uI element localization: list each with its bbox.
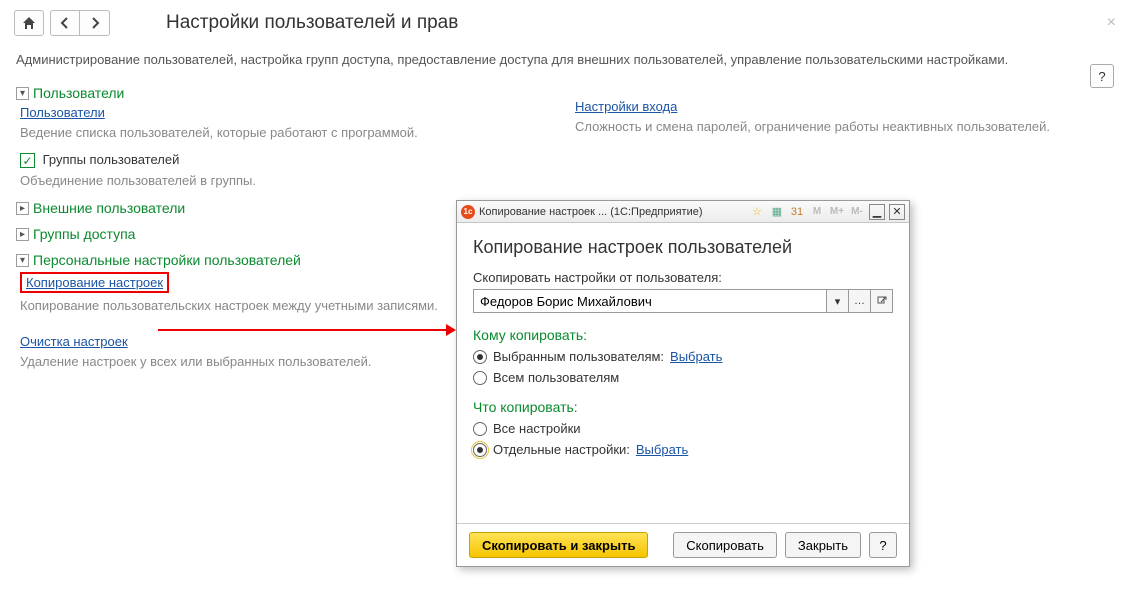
desc-users: Ведение списка пользователей, которые ра… [20,124,555,142]
link-users[interactable]: Пользователи [20,105,105,120]
link-clear-settings[interactable]: Очистка настроек [20,334,128,349]
heading-what: Что копировать: [473,399,893,415]
chevron-down-icon: ▾ [16,254,29,267]
desc-user-groups: Объединение пользователей в группы. [20,172,555,190]
page-title: Настройки пользователей и прав [166,12,458,34]
radio-all-users[interactable] [473,371,487,385]
back-button[interactable] [50,10,80,36]
calendar-icon[interactable]: 31 [789,204,805,220]
forward-button[interactable] [80,10,110,36]
calculator-icon[interactable]: ▦ [769,204,785,220]
link-select-users[interactable]: Выбрать [670,349,722,364]
heading-whom: Кому копировать: [473,327,893,343]
copy-settings-dialog: 1c Копирование настроек ... (1С:Предприя… [456,200,910,567]
section-personal-title: Персональные настройки пользователей [33,252,301,268]
section-external-title: Внешние пользователи [33,200,185,216]
page-help-button[interactable]: ? [1090,64,1114,88]
checkbox-user-groups-label: Группы пользователей [43,152,180,167]
link-copy-settings-highlight: Копирование настроек [20,272,169,293]
section-users-header[interactable]: ▾ Пользователи [16,85,555,101]
dialog-window-title: Копирование настроек ... (1С:Предприятие… [479,206,703,218]
radio-all-settings[interactable] [473,422,487,436]
m-button[interactable]: M [809,204,825,220]
chevron-right-icon: ▸ [16,202,29,215]
home-button[interactable] [14,10,44,36]
checkmark-icon: ✓ [20,153,35,168]
radio-specific-settings-label: Отдельные настройки: [493,442,630,457]
desc-login-settings: Сложность и смена паролей, ограничение р… [575,118,1114,136]
section-users-title: Пользователи [33,85,124,101]
annotation-arrow [158,329,448,331]
combo-open-button[interactable] [871,289,893,313]
dialog-close-button[interactable]: Закрыть [785,532,861,558]
page-description: Администрирование пользователей, настрой… [0,40,1130,75]
m-minus-button[interactable]: M- [849,204,865,220]
app-logo-icon: 1c [461,205,475,219]
open-icon [877,296,887,306]
copy-from-combo: ▾ … [473,289,893,313]
close-page-button[interactable]: × [1107,14,1116,32]
chevron-right-icon: ▸ [16,228,29,241]
link-login-settings[interactable]: Настройки входа [575,99,677,114]
dialog-titlebar[interactable]: 1c Копирование настроек ... (1С:Предприя… [457,201,909,223]
radio-specific-settings[interactable] [473,443,487,457]
minimize-button[interactable]: ▁ [869,204,885,220]
favorite-icon[interactable]: ☆ [749,204,765,220]
window-close-button[interactable]: ✕ [889,204,905,220]
label-copy-from: Скопировать настройки от пользователя: [473,270,893,285]
radio-selected-users[interactable] [473,350,487,364]
home-icon [22,16,36,30]
copy-button[interactable]: Скопировать [673,532,777,558]
dialog-help-button[interactable]: ? [869,532,897,558]
annotation-arrow-head [446,324,456,336]
dialog-heading: Копирование настроек пользователей [473,237,893,258]
link-select-settings[interactable]: Выбрать [636,442,688,457]
radio-all-users-label: Всем пользователям [493,370,619,385]
copy-from-input[interactable] [473,289,827,313]
arrow-left-icon [59,17,71,29]
radio-selected-users-label: Выбранным пользователям: [493,349,664,364]
checkbox-user-groups[interactable]: ✓ Группы пользователей [20,152,555,168]
combo-select-button[interactable]: … [849,289,871,313]
copy-and-close-button[interactable]: Скопировать и закрыть [469,532,648,558]
section-access-title: Группы доступа [33,226,135,242]
chevron-down-icon: ▾ [16,87,29,100]
combo-dropdown-button[interactable]: ▾ [827,289,849,313]
arrow-right-icon [89,17,101,29]
link-copy-settings[interactable]: Копирование настроек [26,275,163,290]
radio-all-settings-label: Все настройки [493,421,581,436]
m-plus-button[interactable]: M+ [829,204,845,220]
